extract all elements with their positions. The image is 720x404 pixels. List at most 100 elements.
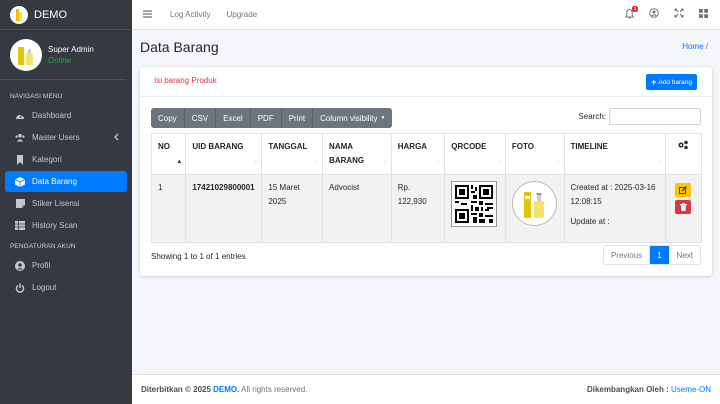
column-header-harga[interactable]: HARGA ↑↓ xyxy=(390,133,446,175)
cell-foto xyxy=(504,174,565,243)
add-barang-label: Add barang xyxy=(658,78,692,86)
cell-actions xyxy=(664,174,703,243)
table-icon xyxy=(15,221,25,231)
box-icon xyxy=(15,176,25,187)
column-header-timeline[interactable]: TIMELINE ↑↓ xyxy=(563,133,666,175)
sort-icon: ↑↓ xyxy=(555,159,561,165)
nav-link-log-activity[interactable]: Log Activity xyxy=(170,10,210,19)
footer: Diterbitkan © 2025 DEMO. All rights rese… xyxy=(132,374,720,404)
caret-down-icon: ▼ xyxy=(380,115,386,121)
plus-icon: + xyxy=(651,77,657,87)
timeline-created: Created at : 2025-03-16 12:08:15 xyxy=(570,183,656,206)
column-header-tanggal[interactable]: TANGGAL ↑↓ xyxy=(261,133,324,175)
sort-icon: ↑↓ xyxy=(496,159,502,165)
pagination: Previous 1 Next xyxy=(602,245,701,265)
pagination-previous[interactable]: Previous xyxy=(604,246,651,264)
user-name: Super Admin xyxy=(48,44,94,54)
breadcrumb-separator: / xyxy=(705,42,708,51)
column-header-foto[interactable]: FOTO ↑↓ xyxy=(504,133,565,175)
sidebar-item-stiker-lisensi[interactable]: Stiker Lisensi xyxy=(5,193,127,214)
csv-button[interactable]: CSV xyxy=(184,108,217,128)
timeline-updated: Update at : xyxy=(570,217,610,226)
sticker-icon xyxy=(15,199,25,209)
footer-developer-label: Dikembangkan Oleh : xyxy=(586,385,669,394)
cell-nama: Advocist xyxy=(322,174,392,243)
grid-icon[interactable] xyxy=(699,8,708,20)
sidebar-item-dashboard[interactable]: Dashboard xyxy=(5,105,127,126)
print-button[interactable]: Print xyxy=(281,108,314,128)
cell-timeline: Created at : 2025-03-16 12:08:15 Update … xyxy=(563,174,666,243)
cell-uid: 17421029800001 xyxy=(185,174,263,243)
user-circle-icon[interactable] xyxy=(649,8,659,20)
footer-developer-link[interactable]: Useme-ON xyxy=(671,385,711,394)
fullscreen-icon[interactable] xyxy=(674,8,684,20)
avatar xyxy=(10,38,42,71)
column-header-no[interactable]: NO ▲ xyxy=(150,133,187,175)
sidebar-item-label: Data Barang xyxy=(32,177,77,186)
table-row[interactable]: 1 17421029800001 15 Maret 2025 Advocist … xyxy=(150,174,703,243)
footer-right: Dikembangkan Oleh : Useme-ON xyxy=(587,385,711,394)
data-card: Isi barang Produk + Add barang Copy CSV … xyxy=(140,67,712,276)
bell-icon[interactable]: 1 xyxy=(625,6,638,19)
search-label: Search: xyxy=(578,112,606,121)
sort-icon: ↑↓ xyxy=(314,159,319,165)
delete-button[interactable] xyxy=(675,200,692,214)
sort-icon: ↑↓ xyxy=(253,159,258,165)
column-header-nama[interactable]: NAMA BARANG ↑↓ xyxy=(322,133,392,175)
footer-brand-link[interactable]: DEMO. xyxy=(213,385,239,394)
user-circle-icon xyxy=(15,260,25,271)
sidebar: DEMO Super Admin Online NAVIGASI MENU Da… xyxy=(0,0,132,404)
breadcrumb-home[interactable]: Home xyxy=(682,42,703,51)
breadcrumb: Home / xyxy=(682,42,708,51)
cell-no: 1 xyxy=(150,174,187,243)
trash-icon xyxy=(679,203,687,211)
table-info: Showing 1 to 1 of 1 entries xyxy=(151,252,246,261)
chevron-left-icon xyxy=(114,133,119,143)
copy-button[interactable]: Copy xyxy=(151,108,185,128)
sidebar-item-label: Logout xyxy=(32,283,57,292)
footer-rights: All rights reserved. xyxy=(241,385,308,394)
column-visibility-button[interactable]: Column visibility ▼ xyxy=(313,108,393,128)
sidebar-item-master-users[interactable]: Master Users xyxy=(5,127,127,148)
power-icon xyxy=(15,283,25,293)
sidebar-item-data-barang[interactable]: Data Barang xyxy=(5,171,127,192)
sidebar-item-label: Kategori xyxy=(32,155,62,164)
sidebar-item-history-scan[interactable]: History Scan xyxy=(5,215,127,236)
content-header: Data Barang Home / xyxy=(132,30,720,66)
column-visibility-label: Column visibility xyxy=(320,113,378,123)
nav-link-upgrade[interactable]: Upgrade xyxy=(226,10,257,19)
user-status: Online xyxy=(48,55,72,65)
search-input[interactable] xyxy=(609,108,701,125)
sidebar-item-label: History Scan xyxy=(32,221,78,230)
column-header-actions xyxy=(664,133,703,175)
product-photo[interactable] xyxy=(511,181,557,226)
column-header-qrcode[interactable]: QRCODE ↑↓ xyxy=(444,133,506,175)
sidebar-item-kategori[interactable]: Kategori xyxy=(5,149,127,170)
sort-asc-icon: ▲ xyxy=(176,159,182,165)
column-header-uid[interactable]: UID BARANG ↑↓ xyxy=(185,133,263,175)
edit-icon xyxy=(679,186,688,194)
pdf-button[interactable]: PDF xyxy=(250,108,282,128)
sort-icon: ↑↓ xyxy=(436,159,441,165)
top-navbar: Log Activity Upgrade 1 xyxy=(132,0,720,30)
user-panel[interactable]: Super Admin Online xyxy=(0,30,126,80)
card-title: Isi barang Produk xyxy=(154,76,217,85)
notification-badge: 1 xyxy=(632,6,638,12)
nav-header: NAVIGASI MENU xyxy=(10,93,63,100)
pagination-page-1[interactable]: 1 xyxy=(650,246,670,264)
excel-button[interactable]: Excel xyxy=(216,108,251,128)
brand-name: DEMO xyxy=(34,8,67,21)
sidebar-item-label: Stiker Lisensi xyxy=(32,199,80,208)
brand[interactable]: DEMO xyxy=(0,0,132,30)
cell-tanggal: 15 Maret 2025 xyxy=(261,174,324,243)
brand-logo xyxy=(10,5,28,24)
edit-button[interactable] xyxy=(675,183,692,197)
bookmark-icon xyxy=(15,154,25,165)
sidebar-item-profil[interactable]: Profil xyxy=(5,255,127,276)
add-barang-button[interactable]: + Add barang xyxy=(646,74,697,90)
hamburger-icon[interactable] xyxy=(143,9,153,20)
pagination-next[interactable]: Next xyxy=(670,246,700,264)
sidebar-item-logout[interactable]: Logout xyxy=(5,277,127,298)
gears-icon xyxy=(678,140,689,150)
qrcode-image[interactable] xyxy=(451,181,498,227)
